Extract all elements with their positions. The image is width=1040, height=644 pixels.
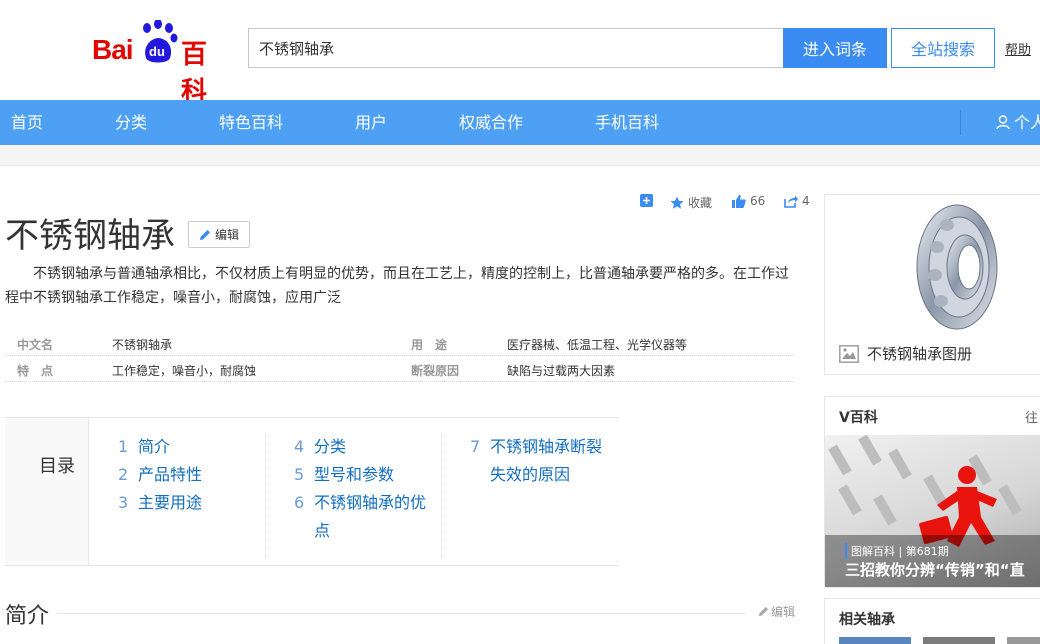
v-baike-image[interactable]: 图解百科 | 第681期 三招教你分辨“传销”和“直 [825,435,1040,587]
v-baike-more-link[interactable]: 往 [1025,407,1038,426]
search-input[interactable] [249,29,784,67]
basic-info-name: 中文名 [17,338,54,352]
basic-info-row: 中文名 不锈钢轴承 用 途 医疗器械、低温工程、光学仪器等 [5,330,795,356]
thumbs-up-icon [732,194,746,208]
nav-user-label: 个人 [1014,113,1040,132]
related-thumbnail[interactable] [839,637,911,644]
basic-info-value: 工作稳定，噪音小，耐腐蚀 [112,364,257,378]
nav-item-category[interactable]: 分类 [115,100,147,145]
nav-divider [960,110,961,135]
search-box [248,28,784,68]
like-button[interactable]: 66 [732,194,765,208]
bearing-image [916,204,998,330]
share-count: 4 [802,194,810,208]
nav-item-mobile[interactable]: 手机百科 [595,100,659,145]
edit-entry-label: 编辑 [214,228,239,242]
nav-item-partners[interactable]: 权威合作 [459,100,523,145]
toc-item-5[interactable]: 5 型号和参数 [294,461,394,489]
toc-divider [265,433,266,558]
v-baike-title: V百科 [839,410,878,426]
toc-item-6[interactable]: 6 不锈钢轴承的优点 [294,489,426,545]
logo-du: du [149,44,165,59]
album-card[interactable]: 不锈钢轴承图册 [824,194,1040,375]
star-icon [670,196,684,209]
toc-item-1[interactable]: 1 简介 [118,433,170,461]
main-nav: 首页 分类 特色百科 用户 权威合作 手机百科 个人 [0,100,1040,145]
nav-user-menu[interactable]: 个人 [996,100,1040,145]
collect-label: 收藏 [688,196,713,210]
user-icon [996,115,1010,130]
header: du Bai 百科 进入词条 全站搜索 帮助 [0,0,1040,107]
album-caption[interactable]: 不锈钢轴承图册 [839,343,972,364]
toc-label-area: 目录 [5,418,89,565]
basic-info-table: 中文名 不锈钢轴承 用 途 医疗器械、低温工程、光学仪器等 特 点 工作稳定，噪… [5,330,795,382]
basic-info-name: 断裂原因 [411,364,460,378]
pencil-icon [758,606,769,617]
toc-item-7[interactable]: 7 不锈钢轴承断裂 失效的原因 [470,433,602,489]
edit-entry-button[interactable]: 编辑 [188,221,250,248]
pencil-icon [199,229,210,240]
section-title: 简介 [5,598,58,630]
baidu-baike-logo[interactable]: du Bai 百科 [92,20,232,107]
help-link[interactable]: 帮助 [1005,39,1031,58]
table-of-contents: 目录 1 简介 2 产品特性 3 主要用途 4 分类 5 型号和参数 6 不锈钢轴承的优点 … [5,417,619,566]
basic-info-row: 特 点 工作稳定，噪音小，耐腐蚀 断裂原因 缺陷与过载两大因素 [5,356,795,382]
logo-bai: Bai [92,34,134,65]
related-card: 相关轴承 [824,598,1040,644]
logo-baike: 百科 [181,40,208,107]
site-search-button[interactable]: 全站搜索 [891,28,995,68]
paw-icon: du [143,20,178,63]
album-caption-label: 不锈钢轴承图册 [867,345,973,363]
v-baike-card: V百科 往 图解百科 | 第681期 三招教你分辨“传销”和“直 [824,396,1040,588]
image-icon [839,344,859,363]
toc-item-4[interactable]: 4 分类 [294,433,346,461]
related-thumbnail[interactable] [923,637,995,644]
share-icon [784,195,798,208]
toc-label: 目录 [39,456,75,477]
plus-square-icon [640,194,653,207]
basic-info-value: 医疗器械、低温工程、光学仪器等 [507,338,688,352]
entry-title: 不锈钢轴承 [5,216,175,256]
v-baike-caption-small: 图解百科 | 第681期 [845,543,949,559]
nav-item-users[interactable]: 用户 [355,100,387,145]
section-edit-label: 编辑 [770,605,795,619]
basic-info-name: 用 途 [411,338,448,352]
nav-item-featured[interactable]: 特色百科 [219,100,283,145]
sub-bar [0,145,1040,166]
related-thumbnail[interactable] [1007,637,1040,644]
toc-item-3[interactable]: 3 主要用途 [118,489,202,517]
toc-divider [441,433,442,558]
section-divider [55,613,745,614]
entry-summary: 不锈钢轴承与普通轴承相比，不仅材质上有明显的优势，而且在工艺上，精度的控制上，比… [5,266,789,306]
like-count: 66 [750,194,766,208]
share-button[interactable]: 4 [783,194,810,208]
collect-button[interactable]: 收藏 [670,194,712,211]
enter-entry-button[interactable]: 进入词条 [783,28,887,68]
add-button[interactable] [640,194,657,207]
basic-info-value: 不锈钢轴承 [112,338,173,352]
basic-info-value: 缺陷与过载两大因素 [507,364,616,378]
nav-item-home[interactable]: 首页 [11,100,43,145]
related-title: 相关轴承 [839,612,895,628]
toc-item-2[interactable]: 2 产品特性 [118,461,202,489]
section-edit-button[interactable]: 编辑 [758,603,795,620]
section-intro-header: 简介 编辑 [5,598,795,630]
basic-info-name: 特 点 [17,364,54,378]
v-baike-caption-title[interactable]: 三招教你分辨“传销”和“直 [845,559,1025,580]
